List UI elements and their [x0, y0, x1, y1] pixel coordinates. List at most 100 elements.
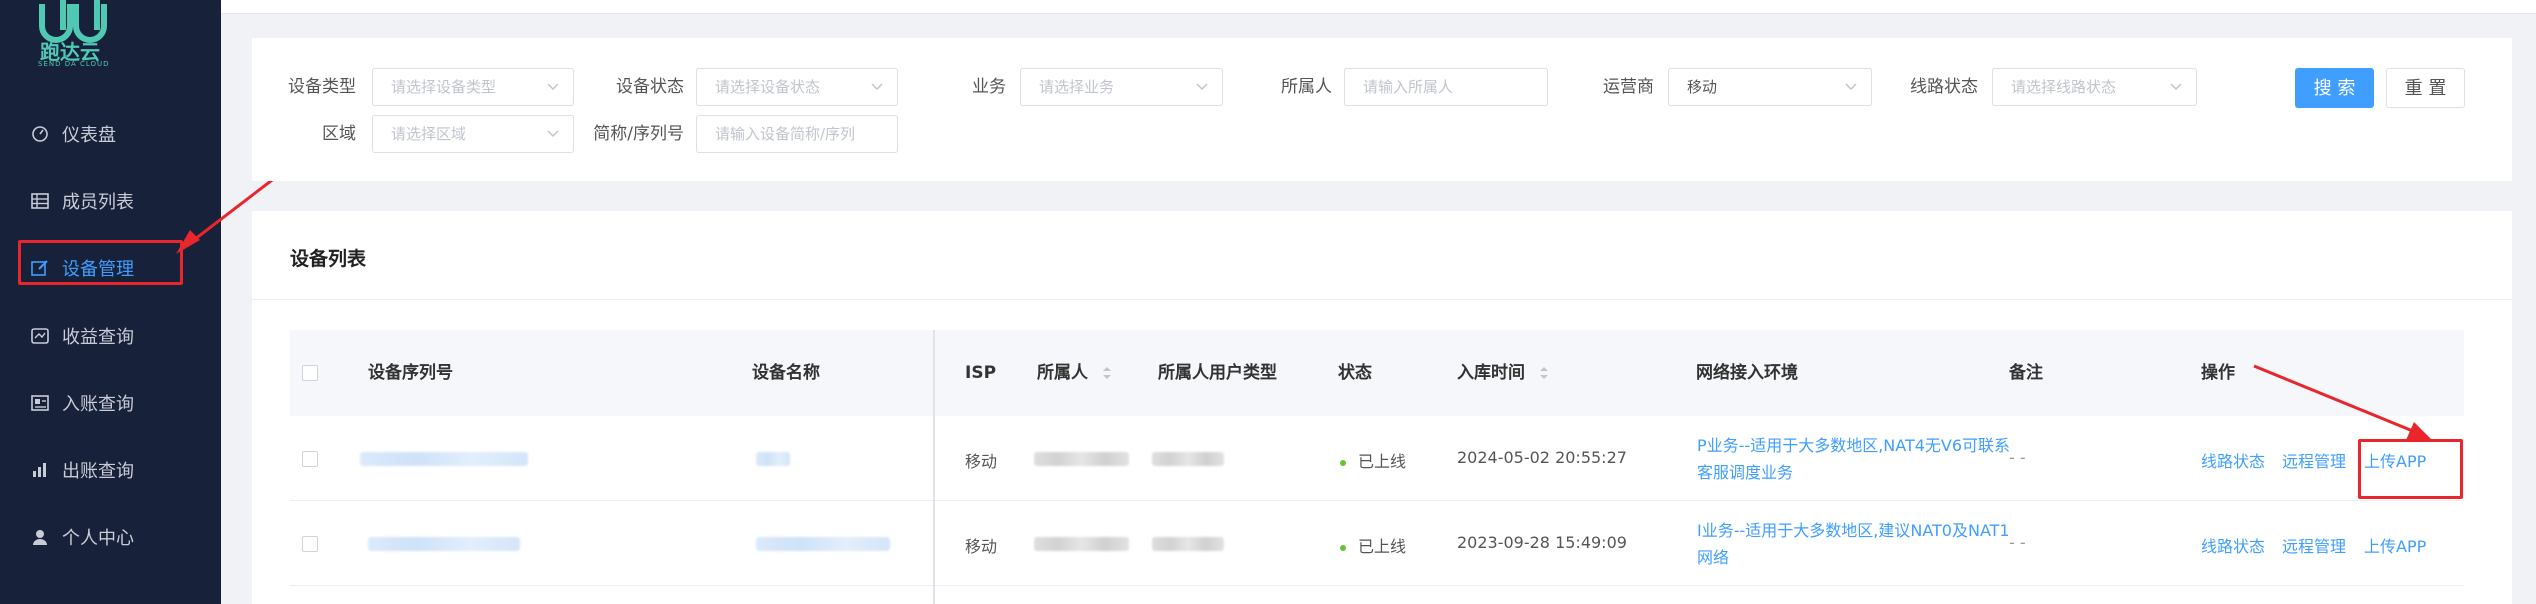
upload-app-link[interactable]: 上传APP — [2364, 533, 2426, 557]
row-checkbox[interactable] — [302, 451, 318, 467]
owner-redacted — [1034, 452, 1129, 466]
device-status-label: 设备状态 — [616, 77, 684, 97]
reset-button[interactable]: 重 置 — [2386, 68, 2465, 108]
line-status-select[interactable]: 请选择线路状态 — [1992, 68, 2197, 106]
operator-label: 运营商 — [1603, 77, 1654, 97]
column-serial: 设备序列号 — [368, 363, 453, 383]
column-isp: ISP — [965, 363, 997, 383]
sidebar-item-expense[interactable]: 出账查询 — [0, 440, 221, 500]
chevron-down-icon — [1845, 69, 1857, 105]
dashboard-icon — [30, 124, 50, 144]
owner-type-redacted — [1152, 537, 1224, 551]
sidebar-item-label: 个人中心 — [62, 528, 134, 549]
select-all-checkbox[interactable] — [302, 365, 318, 381]
sort-icon[interactable] — [1102, 366, 1112, 380]
business-label: 业务 — [972, 77, 1006, 97]
sidebar-item-dashboard[interactable]: 仪表盘 — [0, 104, 221, 164]
alias-label: 简称/序列号 — [593, 124, 684, 144]
remark-cell: - - — [2009, 448, 2026, 467]
sidebar-item-label: 收益查询 — [62, 327, 134, 348]
table-icon — [30, 191, 50, 211]
chevron-down-icon — [547, 116, 559, 152]
column-stock-time-label: 入库时间 — [1457, 363, 1525, 383]
row-checkbox[interactable] — [302, 536, 318, 552]
status-text: 已上线 — [1358, 537, 1407, 556]
column-stock-time[interactable]: 入库时间 — [1457, 330, 1549, 416]
operator-select[interactable]: 移动 — [1668, 68, 1872, 106]
serial-redacted — [368, 537, 520, 551]
device-type-select[interactable]: 请选择设备类型 — [372, 68, 574, 106]
column-network: 网络接入环境 — [1696, 363, 1798, 383]
stock-time-cell: 2024-05-02 20:55:27 — [1457, 448, 1627, 467]
sidebar-item-income[interactable]: 入账查询 — [0, 373, 221, 433]
sidebar-item-label: 成员列表 — [62, 192, 134, 213]
column-owner-type: 所属人用户类型 — [1158, 363, 1277, 383]
owner-placeholder: 请输入所属人 — [1363, 78, 1454, 96]
sidebar-item-profile[interactable]: 个人中心 — [0, 507, 221, 567]
sidebar-item-label: 出账查询 — [62, 461, 134, 482]
isp-cell: 移动 — [965, 452, 998, 471]
stock-time-cell: 2023-09-28 15:49:09 — [1457, 533, 1627, 552]
region-select[interactable]: 请选择区域 — [372, 115, 574, 153]
status-cell: 已上线 — [1340, 448, 1406, 472]
device-type-label: 设备类型 — [288, 77, 356, 97]
remark-cell: - - — [2009, 533, 2026, 552]
line-status-link[interactable]: 线路状态 — [2201, 533, 2265, 557]
annotation-highlight-device-management — [18, 240, 183, 285]
ledger-icon — [30, 393, 50, 413]
column-actions: 操作 — [2201, 363, 2235, 383]
divider — [252, 299, 2512, 300]
owner-redacted — [1034, 537, 1129, 551]
wallet-icon — [30, 326, 50, 346]
device-list-title: 设备列表 — [290, 248, 367, 270]
column-owner[interactable]: 所属人 — [1037, 330, 1112, 416]
column-remark: 备注 — [2009, 363, 2043, 383]
chevron-down-icon — [547, 69, 559, 105]
remote-manage-link[interactable]: 远程管理 — [2282, 533, 2346, 557]
status-online-dot — [1340, 544, 1346, 551]
line-status-label: 线路状态 — [1910, 77, 1978, 97]
name-redacted — [756, 537, 890, 551]
line-status-link[interactable]: 线路状态 — [2201, 448, 2265, 472]
column-name: 设备名称 — [752, 363, 820, 383]
chevron-down-icon — [2170, 69, 2182, 105]
chevron-down-icon — [1196, 69, 1208, 105]
filter-panel — [252, 38, 2512, 181]
business-placeholder: 请选择业务 — [1039, 78, 1115, 96]
region-placeholder: 请选择区域 — [391, 125, 467, 143]
region-label: 区域 — [322, 124, 356, 144]
sidebar-item-label: 入账查询 — [62, 394, 134, 415]
logo-subtitle: SEND DA CLOUD — [38, 60, 110, 68]
column-owner-label: 所属人 — [1037, 363, 1088, 383]
top-header-bar — [221, 0, 2536, 14]
device-status-select[interactable]: 请选择设备状态 — [696, 68, 898, 106]
device-status-placeholder: 请选择设备状态 — [715, 78, 821, 96]
network-env-link[interactable]: P业务--适用于大多数地区,NAT4无V6可联系客服调度业务 — [1697, 432, 2017, 486]
status-cell: 已上线 — [1340, 533, 1406, 557]
serial-redacted — [360, 452, 528, 466]
remote-manage-link[interactable]: 远程管理 — [2282, 448, 2346, 472]
device-type-placeholder: 请选择设备类型 — [391, 78, 497, 96]
user-icon — [30, 527, 50, 547]
sidebar-item-label: 仪表盘 — [62, 125, 116, 146]
sidebar-item-earnings[interactable]: 收益查询 — [0, 306, 221, 366]
table-header — [290, 330, 2464, 416]
search-button[interactable]: 搜 索 — [2295, 68, 2374, 108]
isp-cell: 移动 — [965, 537, 998, 556]
chart-icon — [30, 460, 50, 480]
owner-label: 所属人 — [1281, 77, 1332, 97]
sidebar: 跑达云 SEND DA CLOUD 仪表盘 成员列表 设备管理 收益查询 入账查… — [0, 0, 221, 604]
name-redacted — [756, 452, 790, 466]
alias-input[interactable]: 请输入设备简称/序列 — [696, 115, 898, 153]
status-text: 已上线 — [1358, 452, 1407, 471]
fixed-column-separator — [933, 330, 935, 604]
operator-value: 移动 — [1687, 78, 1718, 96]
alias-placeholder: 请输入设备简称/序列 — [715, 125, 856, 143]
chevron-down-icon — [871, 69, 883, 105]
owner-input[interactable]: 请输入所属人 — [1344, 68, 1548, 106]
network-env-link[interactable]: I业务--适用于大多数地区,建议NAT0及NAT1网络 — [1697, 517, 2017, 571]
line-status-placeholder: 请选择线路状态 — [2011, 78, 2117, 96]
business-select[interactable]: 请选择业务 — [1020, 68, 1223, 106]
column-status: 状态 — [1338, 363, 1372, 383]
sort-icon[interactable] — [1539, 366, 1549, 380]
